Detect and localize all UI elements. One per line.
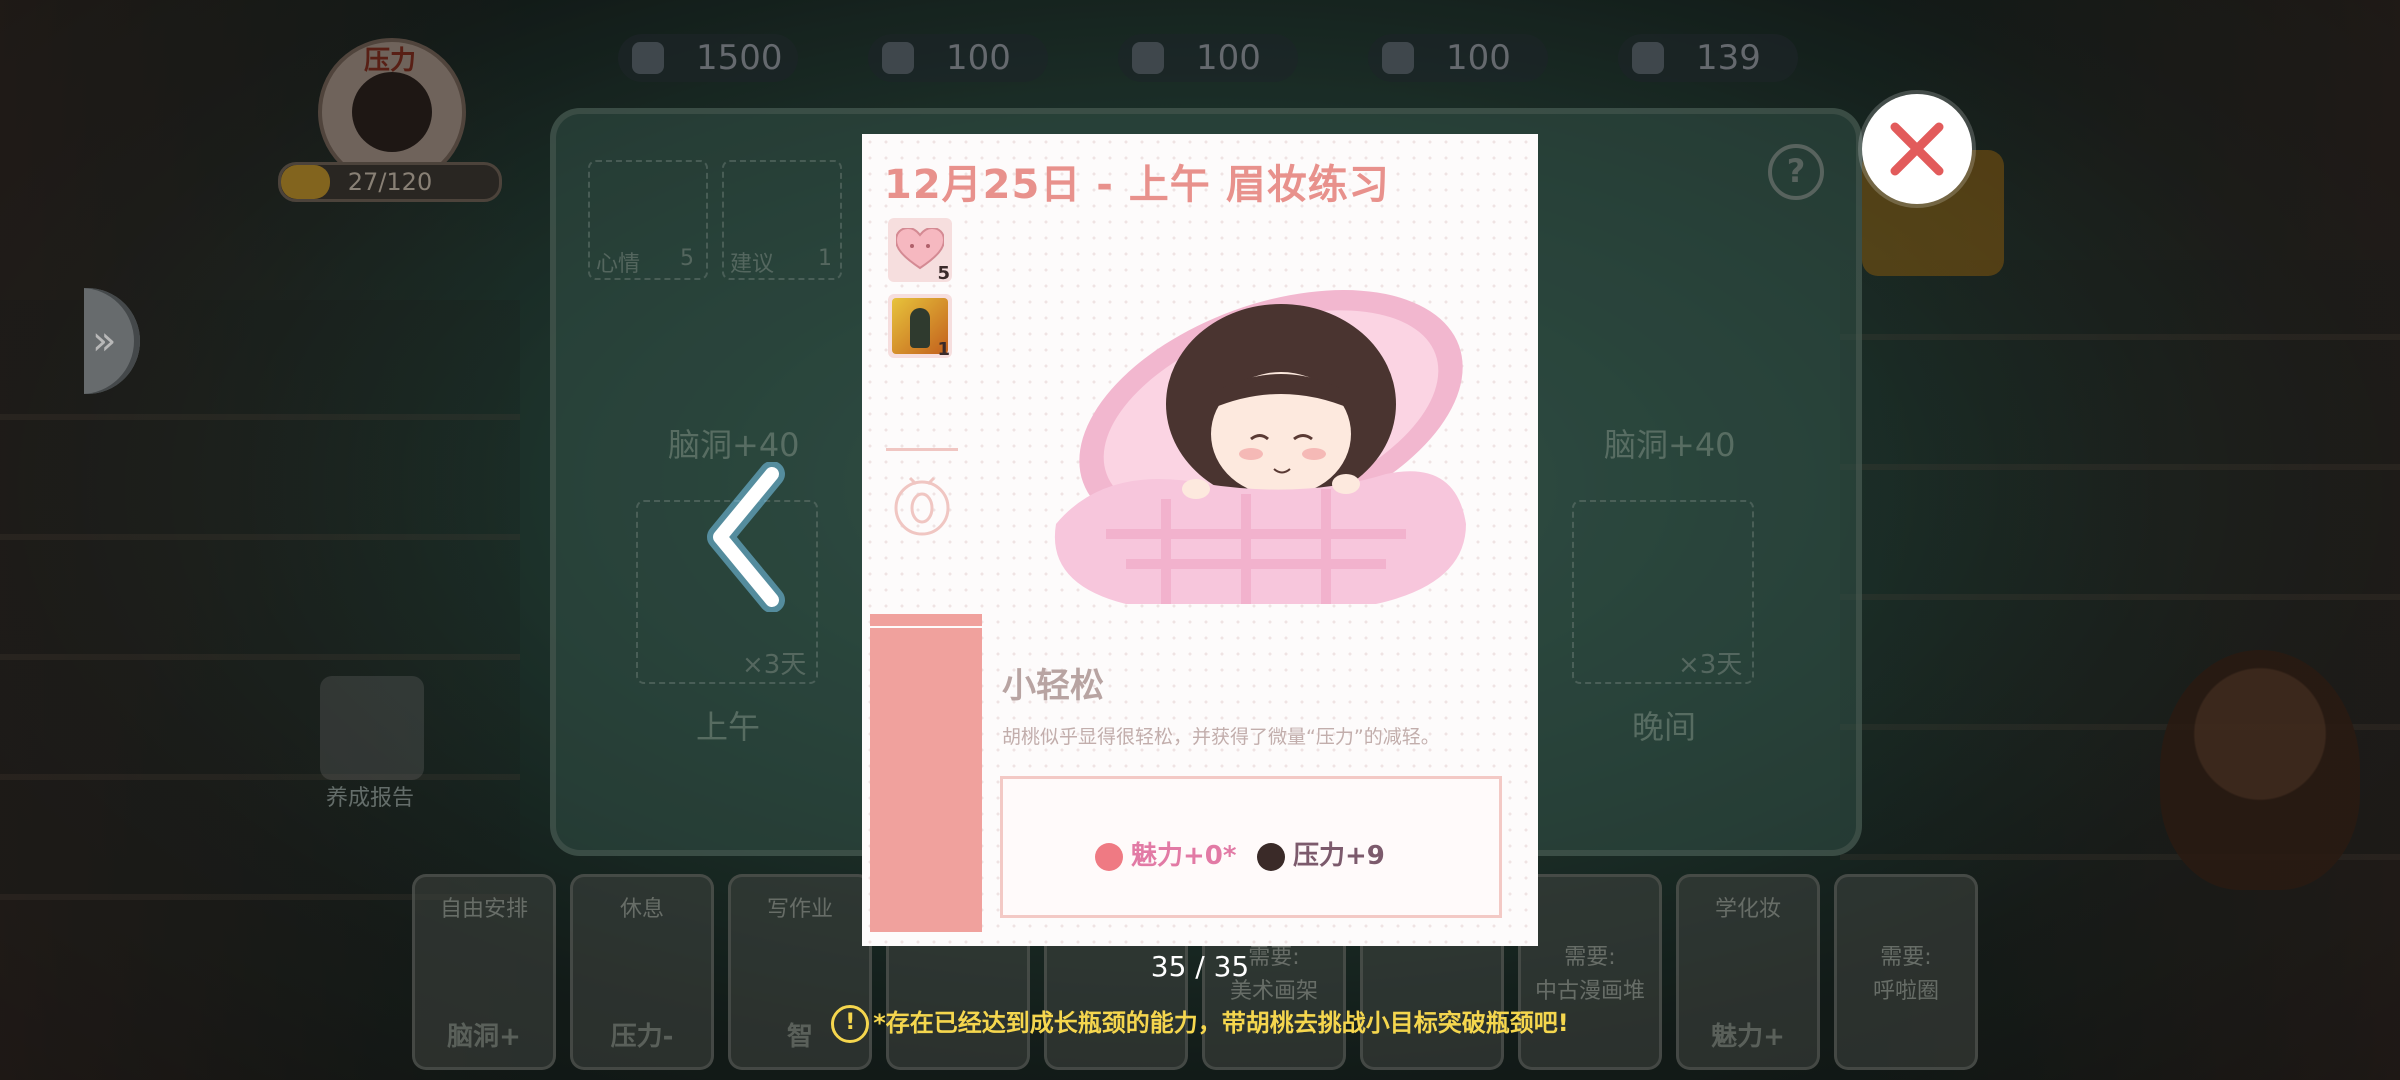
result-charm: 魅力+0* [1095,835,1236,872]
book-badge: 1 [888,294,952,360]
result-box: 魅力+0* 压力+9 [1000,776,1502,918]
previous-page-button[interactable] [700,461,790,613]
accent-bar [870,614,982,626]
event-description: 胡桃似乎显得很轻松，并获得了微量“压力”的减轻。 [1002,726,1440,748]
mood-badge: 5 [888,218,952,284]
mood-badge-count: 5 [937,263,950,284]
warning-icon: ! [831,1005,870,1043]
divider [886,448,958,451]
tip-text: *存在已经达到成长瓶颈的能力，带胡桃去挑战小目标突破瓶颈吧! [873,1009,1569,1037]
sleeping-character-illustration [1046,284,1476,614]
result-pressure: 压力+9 [1257,835,1385,872]
charm-icon [1095,842,1123,871]
accent-block [870,628,982,932]
result-charm-text: 魅力+0* [1131,841,1237,871]
event-title: 12月25日 - 上午 眉妆练习 [884,162,1390,208]
book-badge-count: 1 [937,339,950,360]
close-button[interactable] [1862,94,1972,204]
chevron-left-icon [707,461,785,613]
event-name: 小轻松 [1002,666,1104,706]
pressure-face-icon [1257,842,1285,871]
page-counter: 35 / 35 [1150,950,1250,983]
result-pressure-text: 压力+9 [1293,841,1385,871]
tip-message: ! *存在已经达到成长瓶颈的能力，带胡桃去挑战小目标突破瓶颈吧! [800,1003,1600,1043]
clock-icon [890,464,954,544]
close-icon [1890,122,1944,176]
event-card: 12月25日 - 上午 眉妆练习 5 1 小轻松 胡桃似乎显得很轻松，并获得了微… [862,134,1538,946]
